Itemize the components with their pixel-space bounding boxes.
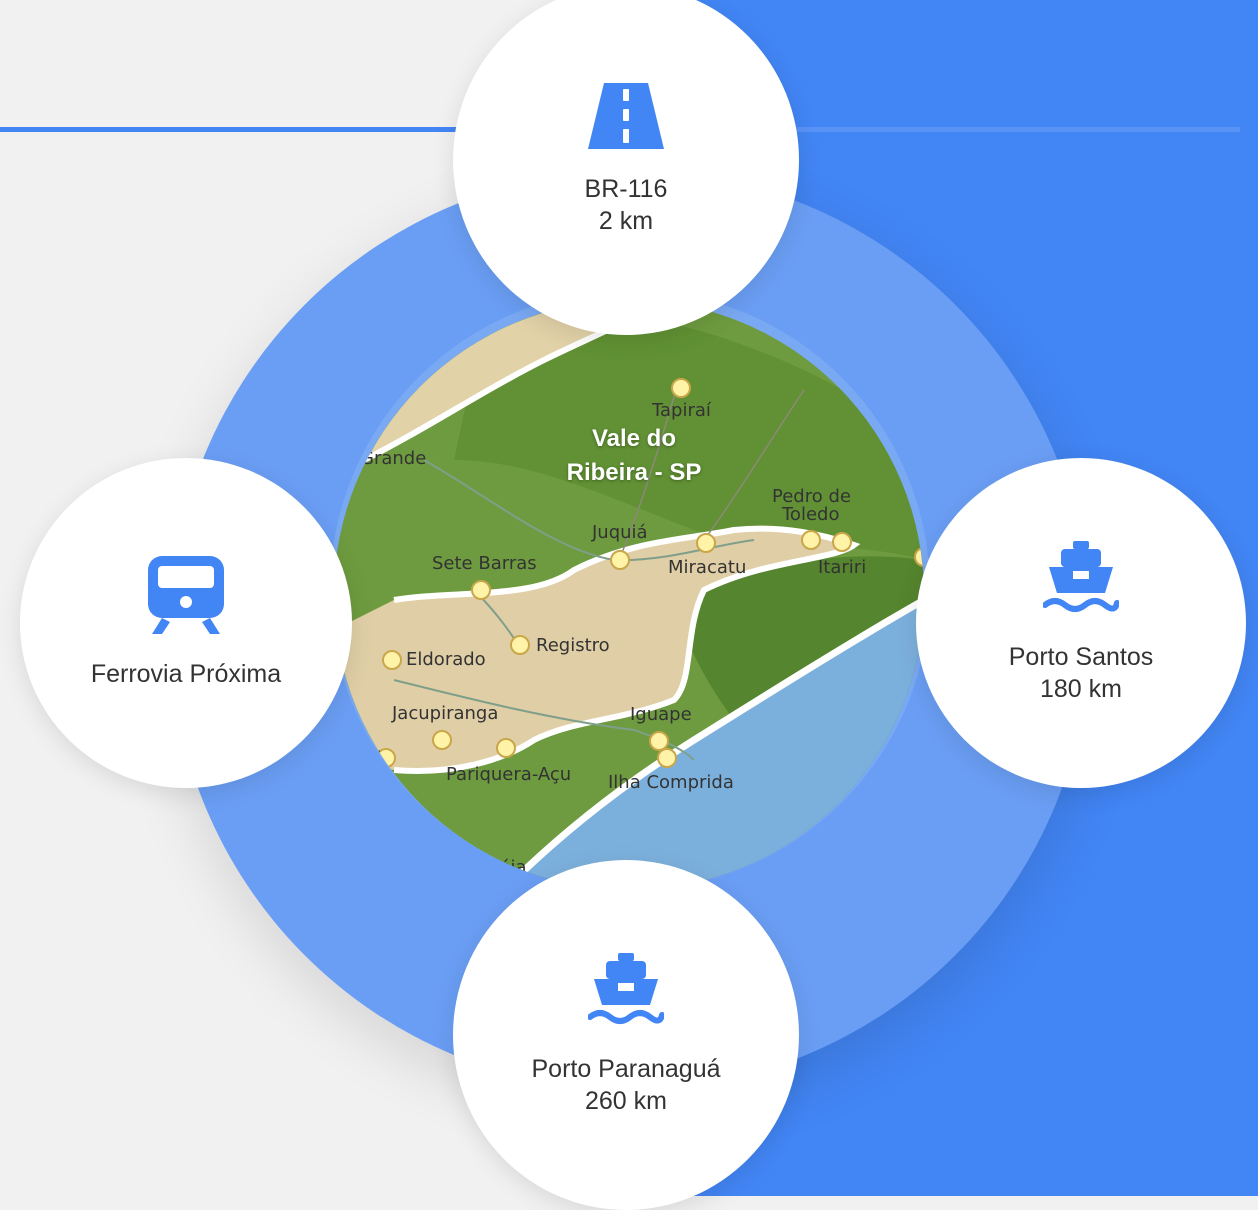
port-santos-name: Porto Santos <box>1008 643 1154 671</box>
port-paranagua-distance: 260 km <box>585 1087 667 1115</box>
city-label-miracatu: Miracatu <box>668 557 747 578</box>
railway-label: Ferrovia Próxima <box>90 660 282 688</box>
highway-distance: 2 km <box>598 207 654 235</box>
highway-name: BR-116 <box>584 175 668 203</box>
city-label-iguape: Iguape <box>630 704 692 725</box>
city-label-nti: nti <box>358 748 382 769</box>
city-label-cananeia: Cananéia <box>442 857 527 878</box>
ship-icon <box>587 953 665 1037</box>
map-title: Vale do Ribeira - SP <box>544 422 724 490</box>
divider-line-right <box>790 127 1240 132</box>
port-santos-distance: 180 km <box>1040 675 1122 703</box>
city-label-sete-barras: Sete Barras <box>432 553 537 574</box>
train-icon <box>148 556 224 642</box>
ship-icon <box>1042 541 1120 625</box>
city-label-eldorado: Eldorado <box>406 649 486 670</box>
city-label-grande: Grande <box>360 448 427 469</box>
railway-card: Ferrovia Próxima <box>20 458 352 788</box>
city-label-jacupiranga: Jacupiranga <box>392 703 499 724</box>
city-label-itariri: Itariri <box>818 557 867 578</box>
port-paranagua-card: Porto Paranaguá 260 km <box>453 860 799 1210</box>
city-label-toledo: Toledo <box>782 504 840 525</box>
map-graphic <box>334 300 924 890</box>
divider-line-left <box>0 127 470 132</box>
city-label-tapirai: Tapiraí <box>652 400 711 421</box>
region-map: Vale do Ribeira - SP Tapiraí Grande Pedr… <box>334 300 924 890</box>
road-icon <box>588 83 664 157</box>
port-paranagua-name: Porto Paranaguá <box>531 1055 721 1083</box>
city-label-pariquera-acu: Pariquera-Açu <box>446 764 572 785</box>
highway-card: BR-116 2 km <box>453 0 799 335</box>
port-santos-card: Porto Santos 180 km <box>916 458 1246 788</box>
city-label-juquia: Juquiá <box>592 522 648 543</box>
city-label-registro: Registro <box>536 635 610 656</box>
map-title-line2: Ribeira - SP <box>566 459 702 486</box>
map-title-line1: Vale do <box>591 425 677 452</box>
city-label-ilha-comprida: Ilha Comprida <box>608 772 734 793</box>
